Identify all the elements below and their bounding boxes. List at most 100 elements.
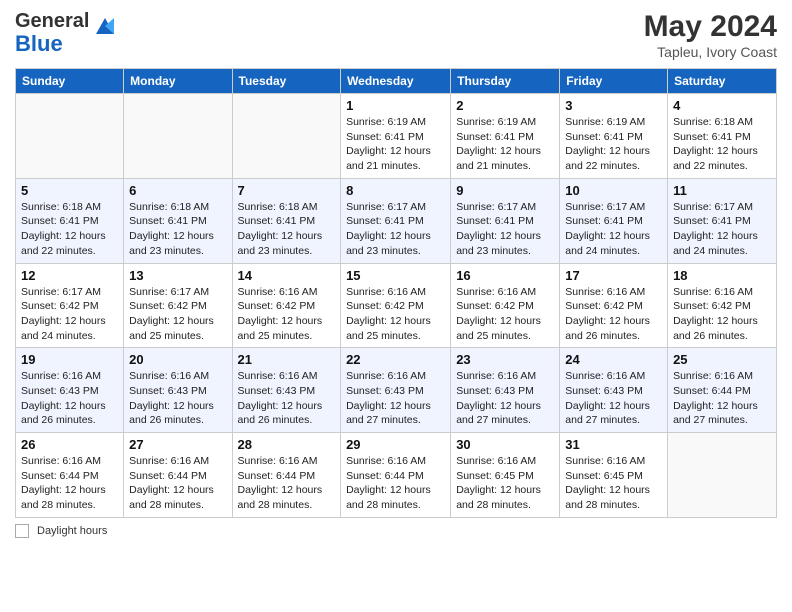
day-number: 6 xyxy=(129,183,226,198)
calendar-cell: 29 Sunrise: 6:16 AM Sunset: 6:44 PM Dayli… xyxy=(341,433,451,518)
week-row-4: 19 Sunrise: 6:16 AM Sunset: 6:43 PM Dayli… xyxy=(16,348,777,433)
day-info: Sunrise: 6:18 AM Sunset: 6:41 PM Dayligh… xyxy=(238,200,336,259)
week-row-3: 12Sunrise: 6:17 AM Sunset: 6:42 PM Dayli… xyxy=(16,263,777,348)
calendar-cell: 5 Sunrise: 6:18 AM Sunset: 6:41 PM Daylig… xyxy=(16,178,124,263)
day-info: Sunrise: 6:16 AM Sunset: 6:44 PM Dayligh… xyxy=(238,454,336,513)
day-number: 20 xyxy=(129,352,226,367)
day-number: 25 xyxy=(673,352,771,367)
weekday-sunday: Sunday xyxy=(16,69,124,94)
day-info: Sunrise: 6:16 AM Sunset: 6:43 PM Dayligh… xyxy=(346,369,445,428)
day-number: 1 xyxy=(346,98,445,113)
calendar-cell: 11Sunrise: 6:17 AM Sunset: 6:41 PM Dayli… xyxy=(668,178,777,263)
location: Tapleu, Ivory Coast xyxy=(644,44,777,60)
day-number: 14 xyxy=(238,268,336,283)
calendar-cell: 26Sunrise: 6:16 AM Sunset: 6:44 PM Dayli… xyxy=(16,433,124,518)
day-info: Sunrise: 6:16 AM Sunset: 6:43 PM Dayligh… xyxy=(565,369,662,428)
day-number: 12 xyxy=(21,268,118,283)
calendar-cell xyxy=(124,94,232,179)
calendar-cell: 12Sunrise: 6:17 AM Sunset: 6:42 PM Dayli… xyxy=(16,263,124,348)
day-info: Sunrise: 6:16 AM Sunset: 6:42 PM Dayligh… xyxy=(456,285,554,344)
day-info: Sunrise: 6:16 AM Sunset: 6:43 PM Dayligh… xyxy=(129,369,226,428)
calendar-cell: 2 Sunrise: 6:19 AM Sunset: 6:41 PM Daylig… xyxy=(451,94,560,179)
calendar-cell: 16 Sunrise: 6:16 AM Sunset: 6:42 PM Dayli… xyxy=(451,263,560,348)
day-number: 16 xyxy=(456,268,554,283)
day-number: 7 xyxy=(238,183,336,198)
day-info: Sunrise: 6:16 AM Sunset: 6:45 PM Dayligh… xyxy=(565,454,662,513)
day-number: 8 xyxy=(346,183,445,198)
calendar-cell: 30 Sunrise: 6:16 AM Sunset: 6:45 PM Dayli… xyxy=(451,433,560,518)
day-number: 3 xyxy=(565,98,662,113)
calendar-cell: 24 Sunrise: 6:16 AM Sunset: 6:43 PM Dayli… xyxy=(560,348,668,433)
header: General Blue May 2024 Tapleu, Ivory Coas… xyxy=(15,10,777,60)
day-number: 24 xyxy=(565,352,662,367)
day-number: 5 xyxy=(21,183,118,198)
day-info: Sunrise: 6:18 AM Sunset: 6:41 PM Dayligh… xyxy=(129,200,226,259)
calendar-cell xyxy=(232,94,341,179)
day-number: 2 xyxy=(456,98,554,113)
calendar-cell: 25Sunrise: 6:16 AM Sunset: 6:44 PM Dayli… xyxy=(668,348,777,433)
weekday-saturday: Saturday xyxy=(668,69,777,94)
page: General Blue May 2024 Tapleu, Ivory Coas… xyxy=(0,0,792,612)
day-info: Sunrise: 6:18 AM Sunset: 6:41 PM Dayligh… xyxy=(21,200,118,259)
calendar-cell: 10 Sunrise: 6:17 AM Sunset: 6:41 PM Dayli… xyxy=(560,178,668,263)
calendar-cell: 18Sunrise: 6:16 AM Sunset: 6:42 PM Dayli… xyxy=(668,263,777,348)
day-number: 31 xyxy=(565,437,662,452)
calendar-cell: 20 Sunrise: 6:16 AM Sunset: 6:43 PM Dayli… xyxy=(124,348,232,433)
calendar-cell: 22 Sunrise: 6:16 AM Sunset: 6:43 PM Dayli… xyxy=(341,348,451,433)
weekday-monday: Monday xyxy=(124,69,232,94)
day-number: 10 xyxy=(565,183,662,198)
calendar-cell: 6 Sunrise: 6:18 AM Sunset: 6:41 PM Daylig… xyxy=(124,178,232,263)
logo-blue: Blue xyxy=(15,31,63,56)
day-number: 23 xyxy=(456,352,554,367)
day-info: Sunrise: 6:16 AM Sunset: 6:43 PM Dayligh… xyxy=(456,369,554,428)
daylight-color-box xyxy=(15,524,29,538)
day-info: Sunrise: 6:17 AM Sunset: 6:41 PM Dayligh… xyxy=(456,200,554,259)
weekday-thursday: Thursday xyxy=(451,69,560,94)
day-info: Sunrise: 6:18 AM Sunset: 6:41 PM Dayligh… xyxy=(673,115,771,174)
daylight-label: Daylight hours xyxy=(37,525,107,537)
footer: Daylight hours xyxy=(15,524,777,538)
week-row-1: 1 Sunrise: 6:19 AM Sunset: 6:41 PM Daylig… xyxy=(16,94,777,179)
title-block: May 2024 Tapleu, Ivory Coast xyxy=(644,10,777,60)
calendar-cell: 14 Sunrise: 6:16 AM Sunset: 6:42 PM Dayli… xyxy=(232,263,341,348)
week-row-2: 5 Sunrise: 6:18 AM Sunset: 6:41 PM Daylig… xyxy=(16,178,777,263)
day-info: Sunrise: 6:17 AM Sunset: 6:41 PM Dayligh… xyxy=(565,200,662,259)
calendar-cell: 31 Sunrise: 6:16 AM Sunset: 6:45 PM Dayli… xyxy=(560,433,668,518)
day-number: 19 xyxy=(21,352,118,367)
week-row-5: 26 Sunrise: 6:16 AM Sunset: 6:44 PM Dayli… xyxy=(16,433,777,518)
calendar-cell: 15 Sunrise: 6:16 AM Sunset: 6:42 PM Dayli… xyxy=(341,263,451,348)
calendar-cell xyxy=(668,433,777,518)
day-info: Sunrise: 6:16 AM Sunset: 6:42 PM Dayligh… xyxy=(346,285,445,344)
day-number: 11 xyxy=(673,183,771,198)
day-number: 15 xyxy=(346,268,445,283)
day-number: 29 xyxy=(346,437,445,452)
weekday-friday: Friday xyxy=(560,69,668,94)
calendar-cell: 3 Sunrise: 6:19 AM Sunset: 6:41 PM Daylig… xyxy=(560,94,668,179)
day-number: 13 xyxy=(129,268,226,283)
day-info: Sunrise: 6:16 AM Sunset: 6:42 PM Dayligh… xyxy=(238,285,336,344)
calendar-cell: 7 Sunrise: 6:18 AM Sunset: 6:41 PM Daylig… xyxy=(232,178,341,263)
day-number: 28 xyxy=(238,437,336,452)
day-info: Sunrise: 6:16 AM Sunset: 6:44 PM Dayligh… xyxy=(129,454,226,513)
calendar-cell: 4Sunrise: 6:18 AM Sunset: 6:41 PM Daylig… xyxy=(668,94,777,179)
day-info: Sunrise: 6:19 AM Sunset: 6:41 PM Dayligh… xyxy=(456,115,554,174)
day-info: Sunrise: 6:17 AM Sunset: 6:41 PM Dayligh… xyxy=(346,200,445,259)
day-number: 17 xyxy=(565,268,662,283)
day-number: 18 xyxy=(673,268,771,283)
calendar-cell: 21Sunrise: 6:16 AM Sunset: 6:43 PM Dayli… xyxy=(232,348,341,433)
day-number: 22 xyxy=(346,352,445,367)
day-number: 9 xyxy=(456,183,554,198)
day-info: Sunrise: 6:19 AM Sunset: 6:41 PM Dayligh… xyxy=(565,115,662,174)
day-number: 30 xyxy=(456,437,554,452)
day-number: 27 xyxy=(129,437,226,452)
day-number: 21 xyxy=(238,352,336,367)
calendar-cell: 1Sunrise: 6:19 AM Sunset: 6:41 PM Daylig… xyxy=(341,94,451,179)
day-info: Sunrise: 6:16 AM Sunset: 6:42 PM Dayligh… xyxy=(565,285,662,344)
day-number: 26 xyxy=(21,437,118,452)
calendar-cell: 19Sunrise: 6:16 AM Sunset: 6:43 PM Dayli… xyxy=(16,348,124,433)
calendar-cell: 8 Sunrise: 6:17 AM Sunset: 6:41 PM Daylig… xyxy=(341,178,451,263)
calendar-cell: 27 Sunrise: 6:16 AM Sunset: 6:44 PM Dayli… xyxy=(124,433,232,518)
day-info: Sunrise: 6:16 AM Sunset: 6:44 PM Dayligh… xyxy=(346,454,445,513)
calendar-cell: 17 Sunrise: 6:16 AM Sunset: 6:42 PM Dayli… xyxy=(560,263,668,348)
day-info: Sunrise: 6:16 AM Sunset: 6:45 PM Dayligh… xyxy=(456,454,554,513)
